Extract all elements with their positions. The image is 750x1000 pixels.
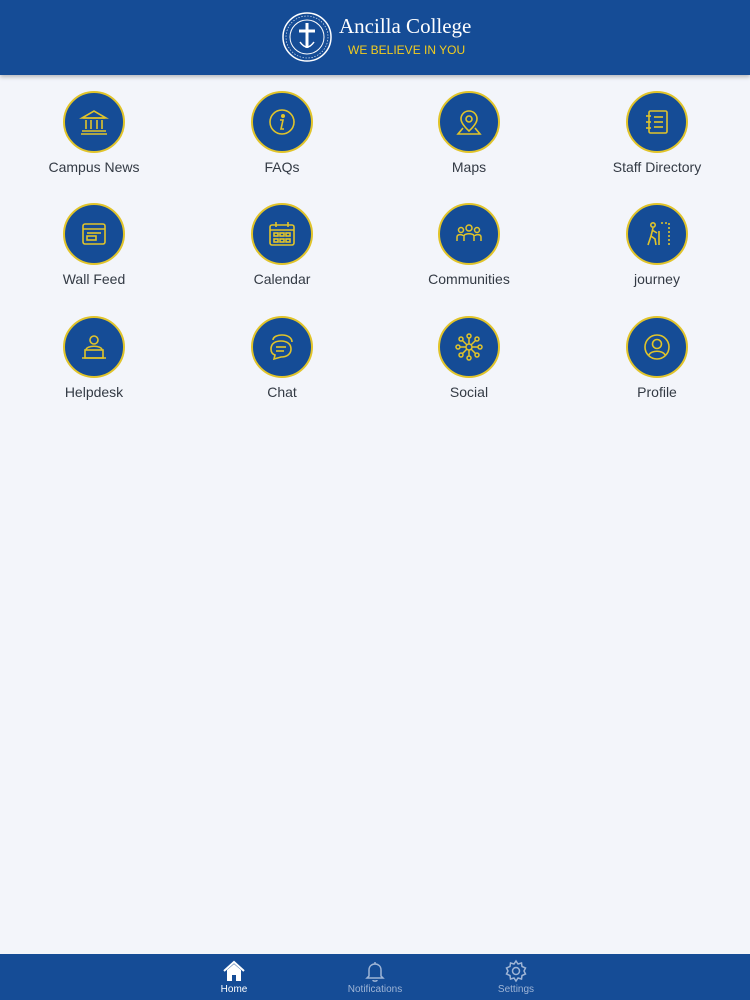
tab-notifications[interactable]: Notifications	[325, 954, 425, 1000]
support-person-icon	[82, 335, 106, 359]
tile-social[interactable]: Social	[389, 316, 549, 416]
info-icon	[269, 109, 295, 135]
calendar-button[interactable]	[251, 203, 313, 265]
address-book-icon	[646, 110, 668, 134]
college-seal-logo	[282, 12, 332, 62]
tile-label: Profile	[637, 384, 677, 400]
tab-settings[interactable]: Settings	[466, 954, 566, 1000]
tile-communities[interactable]: Communities	[389, 203, 549, 303]
tile-staff-directory[interactable]: Staff Directory	[577, 91, 737, 191]
tile-profile[interactable]: Profile	[577, 316, 737, 416]
tab-label: Home	[220, 984, 248, 995]
map-pin-icon	[456, 110, 482, 135]
faqs-button[interactable]	[251, 91, 313, 153]
tile-label: Chat	[267, 384, 297, 400]
tile-helpdesk[interactable]: Helpdesk	[14, 316, 174, 416]
tile-calendar[interactable]: Calendar	[202, 203, 362, 303]
college-name: Ancilla College	[339, 14, 472, 38]
profile-button[interactable]	[626, 316, 688, 378]
tab-label: Notifications	[347, 984, 403, 995]
network-icon	[455, 333, 483, 361]
calendar-icon	[269, 222, 295, 246]
tile-campus-news[interactable]: Campus News	[14, 91, 174, 191]
tile-journey[interactable]: journey	[577, 203, 737, 303]
chat-bubbles-icon	[270, 334, 293, 361]
bell-icon	[365, 962, 385, 982]
tile-label: Wall Feed	[62, 271, 126, 287]
bottom-tab-bar: Home Notifications Settings	[0, 954, 750, 1000]
group-icon	[456, 224, 482, 241]
tile-label: Campus News	[48, 159, 140, 175]
tile-label: journey	[634, 271, 680, 287]
tile-faqs[interactable]: FAQs	[202, 91, 362, 191]
tile-label: Communities	[428, 271, 510, 287]
tile-chat[interactable]: Chat	[202, 316, 362, 416]
campus-news-button[interactable]	[63, 91, 125, 153]
journey-button[interactable]	[626, 203, 688, 265]
college-tagline: WE BELIEVE IN YOU	[348, 43, 466, 57]
chat-button[interactable]	[251, 316, 313, 378]
hiker-icon	[647, 221, 670, 246]
tab-label: Settings	[497, 984, 535, 995]
tile-label: Social	[449, 384, 489, 400]
helpdesk-button[interactable]	[63, 316, 125, 378]
staff-directory-button[interactable]	[626, 91, 688, 153]
gear-icon	[505, 959, 527, 983]
home-icon	[223, 960, 245, 981]
tile-label: Calendar	[253, 271, 311, 287]
user-circle-icon	[644, 334, 670, 360]
tile-maps[interactable]: Maps	[389, 91, 549, 191]
wall-feed-button[interactable]	[63, 203, 125, 265]
social-button[interactable]	[438, 316, 500, 378]
tile-label: Staff Directory	[612, 159, 702, 175]
tile-label: FAQs	[264, 159, 300, 175]
tile-wall-feed[interactable]: Wall Feed	[14, 203, 174, 303]
tile-label: Helpdesk	[64, 384, 124, 400]
communities-button[interactable]	[438, 203, 500, 265]
tab-home[interactable]: Home	[184, 954, 284, 1000]
maps-button[interactable]	[438, 91, 500, 153]
browser-window-icon	[82, 223, 106, 245]
tile-label: Maps	[451, 159, 487, 175]
bank-icon	[79, 110, 109, 135]
app-header: Ancilla College WE BELIEVE IN YOU	[0, 0, 750, 75]
